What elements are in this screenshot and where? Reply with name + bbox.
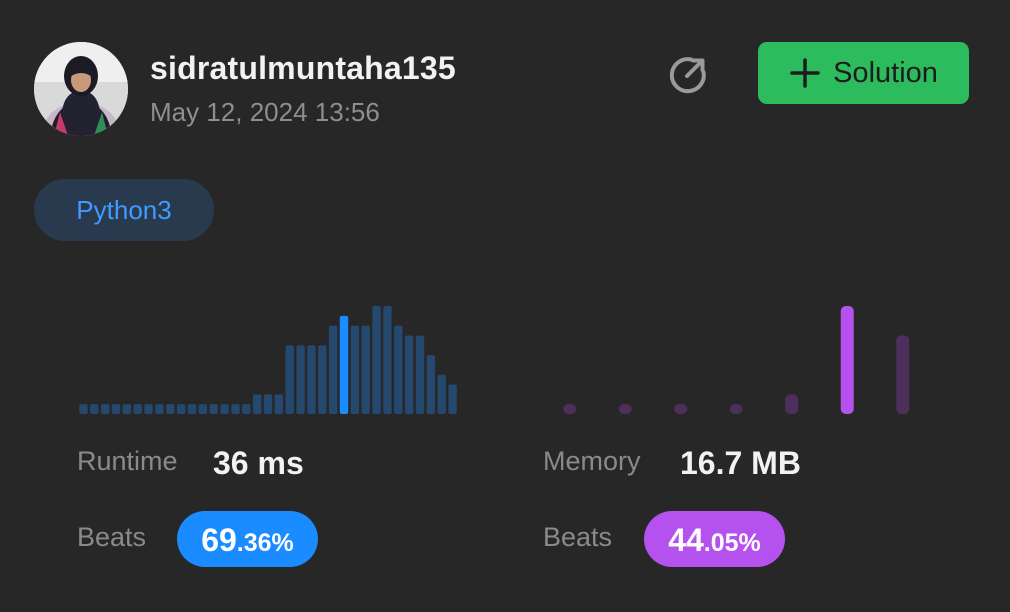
distribution-bar[interactable] [263, 394, 273, 414]
add-solution-button[interactable]: Solution [758, 42, 969, 104]
distribution-bar[interactable] [318, 345, 327, 414]
distribution-bar[interactable] [729, 404, 743, 414]
distribution-bar[interactable] [448, 384, 457, 414]
distribution-bar[interactable] [896, 335, 910, 414]
distribution-bar[interactable] [166, 404, 175, 414]
distribution-bar[interactable] [187, 404, 197, 414]
avatar-image [34, 42, 128, 136]
distribution-bar[interactable] [840, 306, 854, 414]
distribution-bar[interactable] [437, 374, 446, 414]
username[interactable]: sidratulmuntaha135 [150, 50, 456, 87]
distribution-bar[interactable] [209, 404, 218, 414]
memory-label: Memory [543, 446, 641, 476]
distribution-bar[interactable] [674, 404, 688, 414]
distribution-bar[interactable] [296, 345, 305, 414]
memory-beats-label: Beats [543, 522, 613, 552]
share-icon[interactable] [667, 54, 709, 96]
runtime-beats-badge: 69.36% [177, 511, 318, 567]
distribution-bar[interactable] [618, 404, 632, 414]
distribution-bar[interactable] [328, 325, 338, 414]
avatar[interactable] [34, 42, 128, 136]
distribution-bar[interactable] [563, 404, 577, 414]
distribution-bar[interactable] [144, 404, 153, 414]
distribution-bar[interactable] [111, 404, 121, 414]
distribution-bar[interactable] [785, 394, 799, 414]
distribution-bar[interactable] [155, 404, 164, 414]
runtime-distribution-svg [79, 306, 457, 414]
distribution-bar[interactable] [252, 394, 262, 414]
distribution-bar[interactable] [231, 404, 240, 414]
plus-icon [790, 58, 820, 88]
runtime-distribution-chart[interactable] [78, 300, 458, 416]
submission-timestamp: May 12, 2024 13:56 [150, 97, 380, 127]
distribution-bar[interactable] [198, 404, 208, 414]
distribution-bar[interactable] [133, 404, 142, 414]
distribution-bar[interactable] [79, 404, 88, 414]
distribution-bar[interactable] [242, 404, 251, 414]
distribution-bar[interactable] [307, 345, 316, 414]
distribution-bar[interactable] [220, 404, 229, 414]
distribution-bar[interactable] [372, 306, 381, 414]
distribution-bar[interactable] [383, 306, 392, 414]
distribution-bar[interactable] [415, 335, 425, 414]
memory-distribution-chart[interactable] [562, 300, 910, 416]
runtime-value: 36 ms [213, 445, 304, 481]
memory-value: 16.7 MB [680, 445, 801, 481]
runtime-beats-decimal: .36% [236, 529, 294, 557]
distribution-bar[interactable] [394, 325, 403, 414]
distribution-bar[interactable] [90, 404, 99, 414]
memory-beats-integer: 44 [668, 522, 704, 558]
distribution-bar[interactable] [274, 394, 284, 414]
distribution-bar[interactable] [176, 404, 186, 414]
memory-distribution-svg [563, 306, 910, 414]
memory-beats-decimal: .05% [703, 529, 761, 557]
distribution-bar[interactable] [361, 325, 370, 414]
distribution-bar[interactable] [122, 404, 132, 414]
distribution-bar[interactable] [285, 345, 294, 414]
runtime-beats-integer: 69 [201, 522, 237, 558]
memory-beats-badge: 44.05% [644, 511, 785, 567]
distribution-bar[interactable] [404, 335, 414, 414]
language-tag[interactable]: Python3 [34, 179, 214, 241]
distribution-bar[interactable] [350, 325, 360, 414]
runtime-label: Runtime [77, 446, 178, 476]
distribution-bar[interactable] [339, 315, 349, 414]
solution-button-label: Solution [833, 56, 938, 89]
runtime-beats-label: Beats [77, 522, 147, 552]
distribution-bar[interactable] [426, 355, 436, 414]
distribution-bar[interactable] [100, 404, 110, 414]
